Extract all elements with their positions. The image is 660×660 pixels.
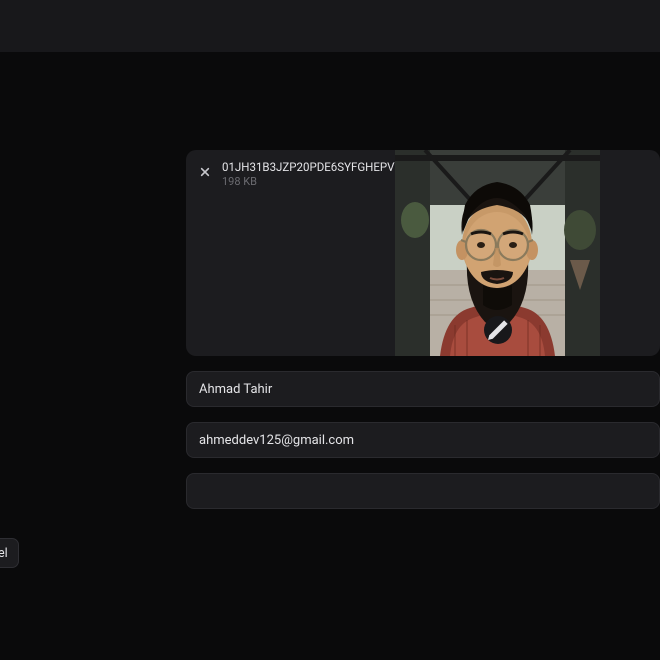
avatar-upload-card: 01JH31B3JZP20PDE6SYFGHEPVY.jpeg 198 KB [186,150,660,356]
form-content: 01JH31B3JZP20PDE6SYFGHEPVY.jpeg 198 KB [186,150,660,509]
cancel-button[interactable]: el [0,538,19,568]
name-input[interactable]: Ahmad Tahir [186,371,660,407]
remove-file-button[interactable] [198,165,212,179]
email-value: ahmeddev125@gmail.com [199,433,354,448]
phone-input[interactable] [186,473,660,509]
name-value: Ahmad Tahir [199,382,272,397]
close-icon [200,167,210,177]
edit-avatar-button[interactable] [484,316,512,344]
upload-file-info: 01JH31B3JZP20PDE6SYFGHEPVY.jpeg 198 KB [198,160,425,188]
pencil-icon [484,316,512,344]
email-input[interactable]: ahmeddev125@gmail.com [186,422,660,458]
cancel-label: el [0,546,8,561]
avatar-preview [395,150,600,356]
top-bar [0,0,660,52]
header-spacer [0,52,660,130]
